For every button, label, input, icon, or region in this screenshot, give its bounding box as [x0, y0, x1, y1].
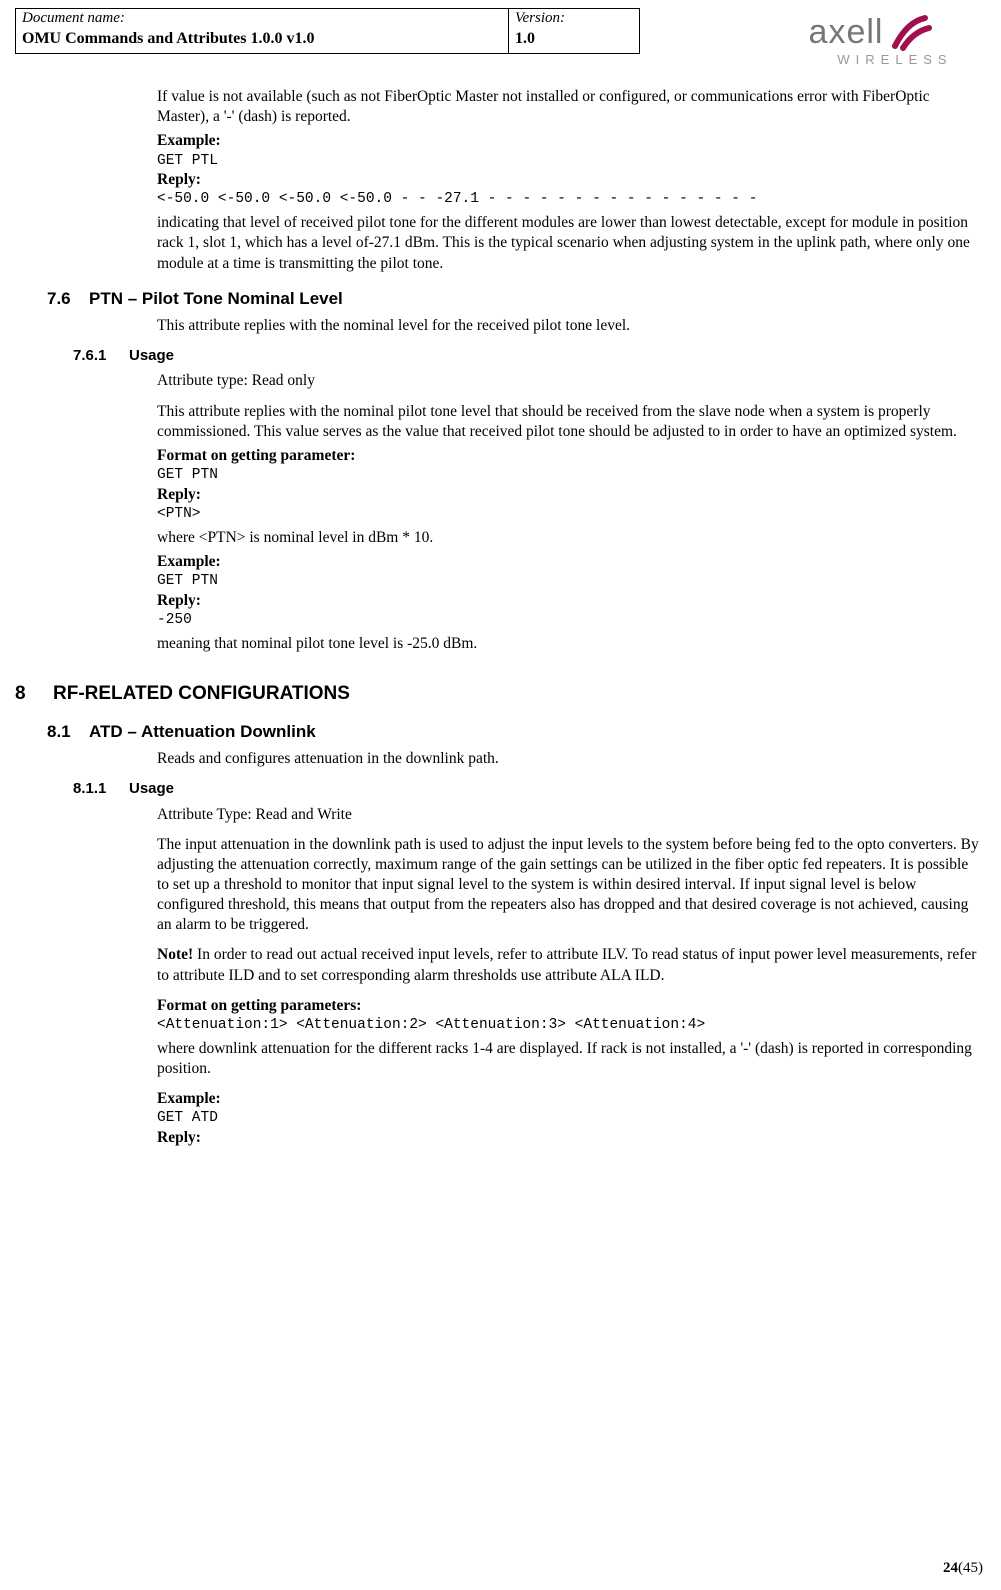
heading-title: ATD – Attenuation Downlink — [89, 722, 316, 741]
heading-number: 8 — [15, 682, 53, 707]
logo-text: axell — [809, 10, 884, 54]
heading-title: RF-RELATED CONFIGURATIONS — [53, 683, 350, 704]
docname-value: OMU Commands and Attributes 1.0.0 v1.0 — [22, 29, 502, 50]
code-block: GET PTL — [157, 152, 980, 171]
logo-subtext: WIRELESS — [756, 52, 986, 69]
label-format: Format on getting parameters: — [157, 996, 980, 1016]
page-total: (45) — [958, 1560, 983, 1576]
note-text: In order to read out actual received inp… — [157, 946, 976, 983]
heading-8: 8RF-RELATED CONFIGURATIONS — [15, 682, 986, 707]
version-label: Version: — [515, 9, 633, 29]
heading-number: 7.6 — [47, 288, 89, 310]
label-reply: Reply: — [157, 591, 980, 611]
body-text: where <PTN> is nominal level in dBm * 10… — [157, 528, 980, 548]
label-format: Format on getting parameter: — [157, 446, 980, 466]
heading-8-1-1: 8.1.1Usage — [73, 779, 986, 799]
heading-title: Usage — [129, 347, 174, 364]
note-label: Note! — [157, 946, 193, 963]
page-footer: 24(45) — [943, 1559, 983, 1579]
body-text: Reads and configures attenuation in the … — [157, 749, 980, 769]
heading-number: 8.1 — [47, 721, 89, 743]
heading-title: PTN – Pilot Tone Nominal Level — [89, 289, 343, 308]
note-paragraph: Note! In order to read out actual receiv… — [157, 945, 980, 985]
body-text: Attribute type: Read only — [157, 371, 980, 391]
label-example: Example: — [157, 131, 980, 151]
page-header: Document name: OMU Commands and Attribut… — [15, 8, 986, 69]
body-text: The input attenuation in the downlink pa… — [157, 835, 980, 936]
heading-7-6: 7.6PTN – Pilot Tone Nominal Level — [47, 288, 986, 310]
header-table: Document name: OMU Commands and Attribut… — [15, 8, 640, 54]
code-block: -250 — [157, 611, 980, 630]
heading-title: Usage — [129, 780, 174, 797]
body-text: indicating that level of received pilot … — [157, 213, 980, 273]
label-reply: Reply: — [157, 1128, 980, 1148]
body-text: If value is not available (such as not F… — [157, 87, 980, 127]
version-value: 1.0 — [515, 29, 633, 50]
body-text: This attribute replies with the nominal … — [157, 402, 980, 442]
body-text: where downlink attenuation for the diffe… — [157, 1039, 980, 1079]
body-text: meaning that nominal pilot tone level is… — [157, 634, 980, 654]
heading-7-6-1: 7.6.1Usage — [73, 346, 986, 366]
code-block: <PTN> — [157, 505, 980, 524]
body-text: This attribute replies with the nominal … — [157, 316, 980, 336]
label-reply: Reply: — [157, 170, 980, 190]
code-block: GET PTN — [157, 466, 980, 485]
code-block: GET ATD — [157, 1109, 980, 1128]
heading-number: 7.6.1 — [73, 346, 129, 366]
label-example: Example: — [157, 1089, 980, 1109]
swirl-icon — [889, 12, 933, 52]
page-number: 24 — [943, 1560, 958, 1576]
body-text: Attribute Type: Read and Write — [157, 805, 980, 825]
heading-8-1: 8.1ATD – Attenuation Downlink — [47, 721, 986, 743]
code-block: <-50.0 <-50.0 <-50.0 <-50.0 - - -27.1 - … — [157, 190, 980, 209]
heading-number: 8.1.1 — [73, 779, 129, 799]
code-block: <Attenuation:1> <Attenuation:2> <Attenua… — [157, 1016, 980, 1035]
label-reply: Reply: — [157, 485, 980, 505]
brand-logo: axell WIRELESS — [756, 8, 986, 69]
docname-label: Document name: — [22, 9, 502, 29]
code-block: GET PTN — [157, 572, 980, 591]
label-example: Example: — [157, 552, 980, 572]
